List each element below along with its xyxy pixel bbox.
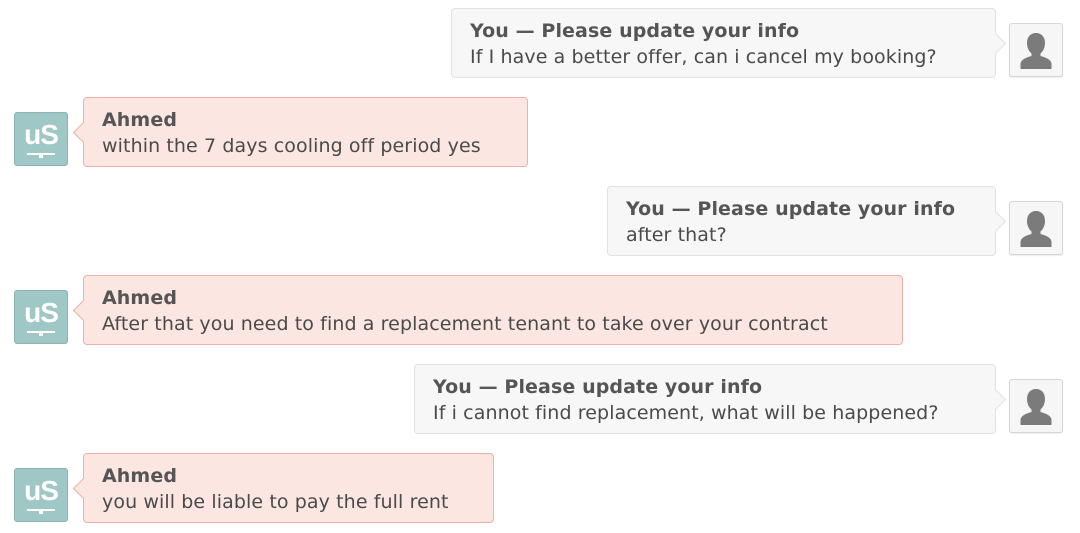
agent-avatar: uS [14, 112, 68, 166]
message-bubble-agent: Ahmed After that you need to find a repl… [83, 275, 903, 345]
message-bubble-user: You — Please update your info If i canno… [414, 364, 996, 434]
message-sender-name: Ahmed [102, 287, 178, 309]
user-avatar [1009, 379, 1063, 433]
uniplaces-logo-icon: uS [24, 297, 59, 328]
user-avatar [1009, 201, 1063, 255]
message-row-agent: uS Ahmed After that you need to find a r… [0, 275, 1080, 347]
message-bubble-agent: Ahmed you will be liable to pay the full… [83, 453, 494, 523]
message-bubble-agent: Ahmed within the 7 days cooling off peri… [83, 97, 528, 167]
message-text: If i cannot find replacement, what will … [433, 402, 939, 424]
message-text: If I have a better offer, can i cancel m… [470, 46, 937, 68]
message-text: After that you need to find a replacemen… [102, 313, 828, 335]
chat-transcript: You — Please update your info If I have … [0, 0, 1080, 533]
message-sender-name: You — Please update your info [470, 20, 800, 42]
message-row-user: You — Please update your info If i canno… [0, 364, 1080, 436]
message-sender-name: Ahmed [102, 109, 178, 131]
message-row-user: You — Please update your info after that… [0, 186, 1080, 258]
message-text: after that? [626, 224, 727, 246]
user-avatar [1009, 23, 1063, 77]
message-sender-name: You — Please update your info [433, 376, 763, 398]
message-row-agent: uS Ahmed within the 7 days cooling off p… [0, 97, 1080, 169]
user-silhouette-icon [1020, 33, 1052, 69]
message-row-user: You — Please update your info If I have … [0, 8, 1080, 80]
user-silhouette-icon [1020, 211, 1052, 247]
message-sender-name: You — Please update your info [626, 198, 956, 220]
message-bubble-user: You — Please update your info If I have … [451, 8, 996, 78]
uniplaces-logo-icon: uS [24, 475, 59, 506]
message-row-agent: uS Ahmed you will be liable to pay the f… [0, 453, 1080, 525]
uniplaces-logo-icon: uS [24, 119, 59, 150]
agent-avatar: uS [14, 468, 68, 522]
agent-avatar: uS [14, 290, 68, 344]
message-sender-name: Ahmed [102, 465, 178, 487]
message-bubble-user: You — Please update your info after that… [607, 186, 996, 256]
user-silhouette-icon [1020, 389, 1052, 425]
message-text: you will be liable to pay the full rent [102, 491, 449, 513]
message-text: within the 7 days cooling off period yes [102, 135, 481, 157]
